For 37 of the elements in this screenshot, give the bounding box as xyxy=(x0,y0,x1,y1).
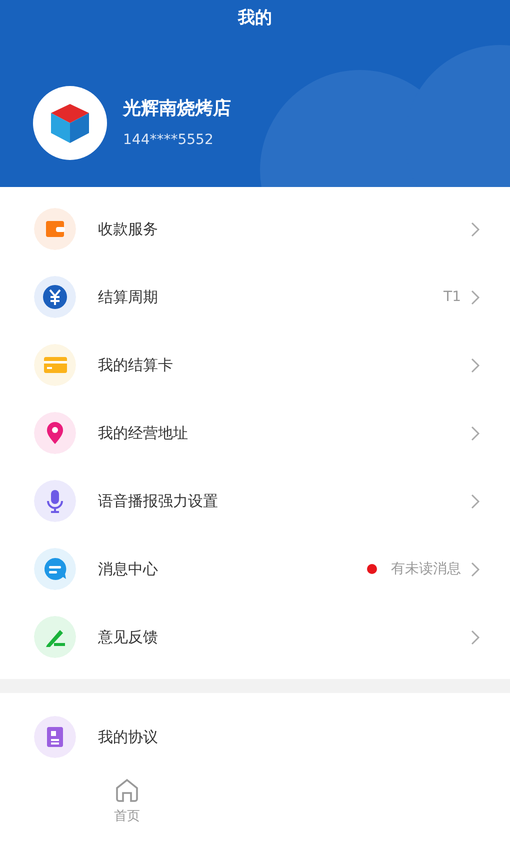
chat-bubble-icon xyxy=(34,548,76,590)
chevron-right-icon xyxy=(471,358,480,372)
chevron-right-icon xyxy=(471,630,480,644)
chevron-right-icon xyxy=(471,222,480,236)
menu-label: 结算周期 xyxy=(98,286,159,308)
menu-label: 我的结算卡 xyxy=(98,354,174,376)
menu-label: 收款服务 xyxy=(98,218,159,240)
menu-item[interactable]: 我的经营地址 xyxy=(0,399,510,467)
menu-label: 我的经营地址 xyxy=(98,422,189,444)
menu-item[interactable]: 语音播报强力设置 xyxy=(0,467,510,535)
menu-item[interactable]: 消息中心 有未读消息 xyxy=(0,535,510,603)
menu-item[interactable]: 意见反馈 xyxy=(0,603,510,671)
wallet-icon xyxy=(34,208,76,250)
menu-item[interactable]: 我的协议 xyxy=(0,703,510,771)
menu-value: 有未读消息 xyxy=(391,560,461,578)
menu-label: 意见反馈 xyxy=(98,626,159,648)
chevron-right-icon xyxy=(471,562,480,576)
menu-item[interactable]: 我的结算卡 xyxy=(0,331,510,399)
home-icon xyxy=(114,777,140,803)
menu-value: T1 xyxy=(444,288,461,306)
card-icon xyxy=(34,344,76,386)
menu-item[interactable]: 结算周期 T1 xyxy=(0,263,510,331)
yuan-icon xyxy=(34,276,76,318)
page-title: 我的 xyxy=(236,7,273,30)
microphone-icon xyxy=(34,480,76,522)
chevron-right-icon xyxy=(471,290,480,304)
menu-label: 语音播报强力设置 xyxy=(98,490,219,512)
document-icon xyxy=(34,716,76,758)
menu-label: 消息中心 xyxy=(98,558,159,580)
menu-label: 我的协议 xyxy=(98,726,159,748)
chevron-right-icon xyxy=(471,494,480,508)
location-pin-icon xyxy=(34,412,76,454)
phone-number: 144****5552 xyxy=(123,130,214,150)
menu-item[interactable]: 收款服务 xyxy=(0,195,510,263)
pencil-icon xyxy=(34,616,76,658)
chevron-right-icon xyxy=(471,426,480,440)
store-name: 光辉南烧烤店 xyxy=(123,96,231,120)
